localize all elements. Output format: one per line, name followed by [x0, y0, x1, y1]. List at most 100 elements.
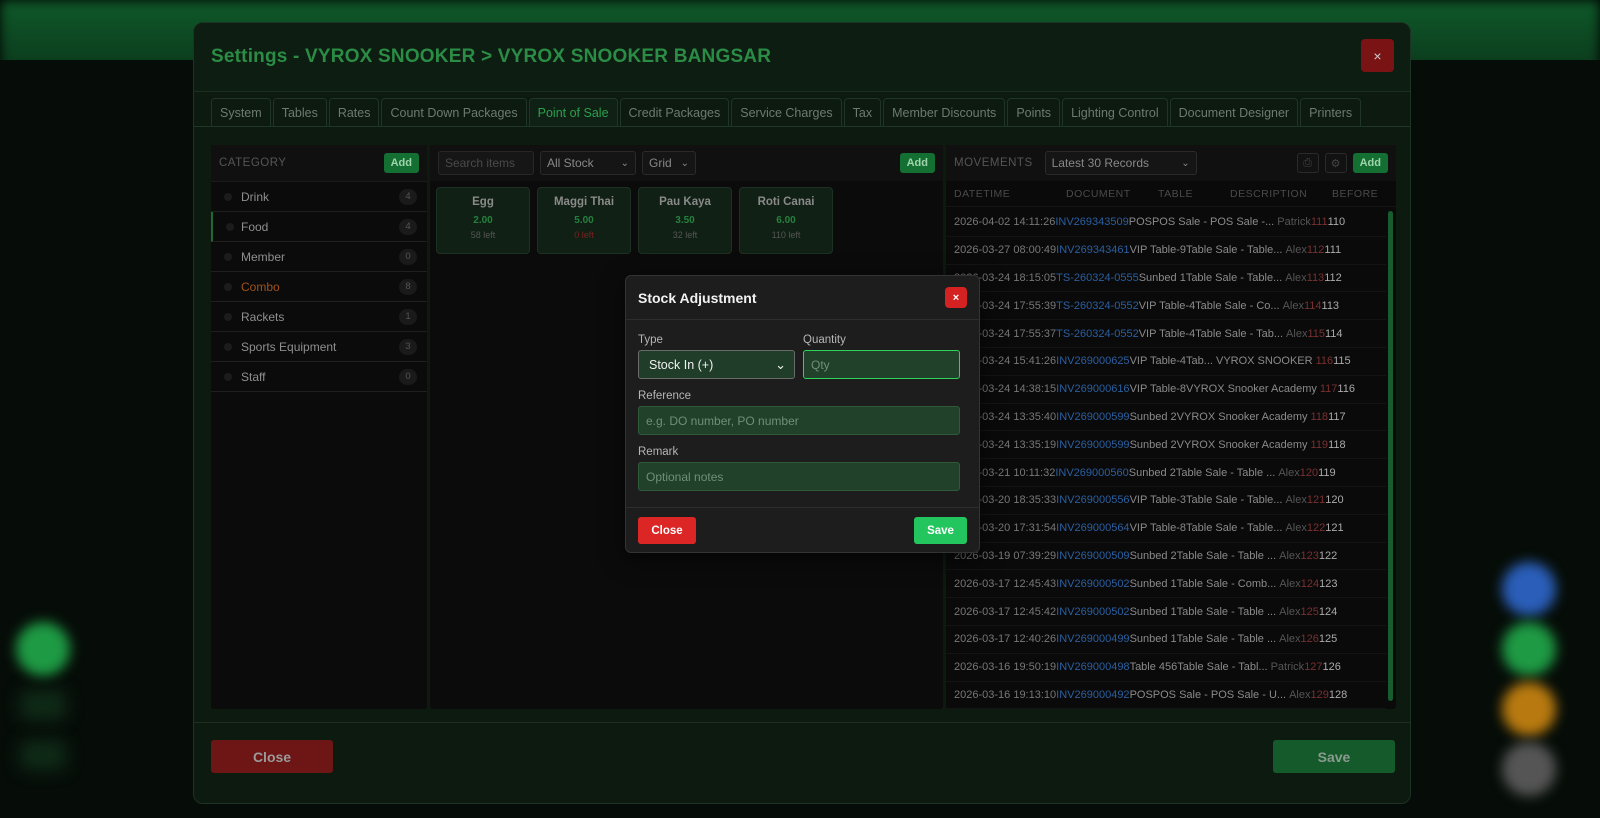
movements-toolbar: MOVEMENTS Latest 30 Records ⌄ ⎙ ⚙ Add: [946, 145, 1396, 181]
add-movement-button[interactable]: Add: [1352, 153, 1388, 173]
table-row[interactable]: 2026-03-24 14:38:15 INV269000616 VIP Table…: [946, 376, 1386, 404]
table-row[interactable]: 2026-03-16 19:50:19 INV269000498 Table 456…: [946, 654, 1386, 682]
table-row[interactable]: 2026-03-20 18:35:33 INV269000556 VIP Table…: [946, 487, 1386, 515]
table-row[interactable]: 2026-04-02 14:11:26 INV269343509 POSPOS Sa…: [946, 209, 1386, 237]
table-row[interactable]: 2026-03-16 19:13:10 INV269000492 POSPOS Sa…: [946, 682, 1386, 710]
background-blue-dot: [1502, 562, 1556, 616]
tab-system[interactable]: System: [211, 98, 271, 127]
item-card[interactable]: Roti Canai 6.00 110 left: [739, 187, 833, 254]
row-table-description: VIP Table-3Table Sale - Table...: [1129, 494, 1283, 507]
item-price: 5.00: [574, 215, 594, 226]
tab-lighting-control[interactable]: Lighting Control: [1062, 98, 1168, 127]
row-document-link[interactable]: INV269000616: [1056, 383, 1129, 395]
gear-icon[interactable]: ⚙: [1324, 153, 1347, 173]
tab-points[interactable]: Points: [1007, 98, 1061, 127]
row-document-link[interactable]: INV269000560: [1055, 467, 1128, 479]
table-row[interactable]: 2026-03-27 08:00:49 INV269343461 VIP Table…: [946, 237, 1386, 265]
category-item-sports-equipment[interactable]: Sports Equipment 3: [211, 332, 427, 362]
table-row[interactable]: 2026-03-17 12:40:26 INV269000499 Sunbed 1T…: [946, 626, 1386, 654]
tab-count-down-packages[interactable]: Count Down Packages: [381, 98, 527, 127]
records-filter-select[interactable]: Latest 30 Records ⌄: [1044, 151, 1197, 175]
tab-member-discounts[interactable]: Member Discounts: [883, 98, 1006, 127]
category-item-member[interactable]: Member 0: [211, 242, 427, 272]
table-row[interactable]: 2026-03-17 12:45:42 INV269000502 Sunbed 1T…: [946, 598, 1386, 626]
movements-scrollbar[interactable]: [1388, 211, 1393, 701]
category-item-rackets[interactable]: Rackets 1: [211, 302, 427, 332]
row-document-link[interactable]: INV269000502: [1056, 578, 1129, 590]
tab-credit-packages[interactable]: Credit Packages: [619, 98, 730, 127]
tab-document-designer[interactable]: Document Designer: [1169, 98, 1299, 127]
tab-tables[interactable]: Tables: [272, 98, 327, 127]
row-document-link[interactable]: TS-260324-0552: [1056, 328, 1139, 340]
category-item-drink[interactable]: Drink 4: [211, 182, 427, 212]
category-item-food[interactable]: Food 4: [211, 212, 427, 242]
table-row[interactable]: 2026-03-24 13:35:40 INV269000599 Sunbed 2V…: [946, 404, 1386, 432]
row-document-link[interactable]: INV269000498: [1056, 661, 1129, 673]
row-after: 116: [1337, 383, 1355, 396]
item-card[interactable]: Egg 2.00 58 left: [436, 187, 530, 254]
add-item-button[interactable]: Add: [899, 153, 935, 173]
row-table-description: Sunbed 2Table Sale - Table ...: [1129, 549, 1277, 562]
search-items-input[interactable]: Search items: [438, 151, 534, 175]
add-category-button[interactable]: Add: [383, 153, 419, 173]
tab-rates[interactable]: Rates: [328, 98, 380, 127]
row-datetime: 2026-03-17 12:40:26: [954, 633, 1057, 646]
close-button[interactable]: Close: [211, 740, 333, 773]
modal-close-button[interactable]: Close: [638, 517, 696, 544]
tab-service-charges[interactable]: Service Charges: [731, 98, 842, 127]
table-row[interactable]: 2026-03-24 13:35:19 INV269000599 Sunbed 2V…: [946, 431, 1386, 460]
table-row[interactable]: 2026-03-24 17:55:39 TS-260324-0552 VIP Tab…: [946, 292, 1386, 321]
row-document-link[interactable]: INV269000509: [1056, 550, 1129, 562]
background-gray-dot: [1502, 742, 1556, 796]
item-card[interactable]: Maggi Thai 5.00 0 left: [537, 187, 631, 254]
records-filter-value: Latest 30 Records: [1051, 156, 1150, 170]
tab-printers[interactable]: Printers: [1300, 98, 1362, 127]
quantity-input[interactable]: Qty: [803, 350, 960, 379]
row-after: 119: [1318, 466, 1336, 479]
row-before: 126: [1300, 633, 1319, 646]
table-row[interactable]: 2026-03-24 18:15:05 TS-260324-0555 Sunbed …: [946, 265, 1386, 293]
save-button[interactable]: Save: [1273, 740, 1395, 773]
row-document-link[interactable]: INV269000556: [1056, 494, 1129, 506]
tab-point-of-sale[interactable]: Point of Sale: [528, 98, 618, 127]
settings-close-x-button[interactable]: ×: [1361, 39, 1394, 72]
table-row[interactable]: 2026-03-20 17:31:54 INV269000564 VIP Table…: [946, 515, 1386, 543]
view-mode-select[interactable]: Grid ⌄: [642, 151, 696, 175]
item-stock: 58 left: [470, 230, 496, 240]
row-document-link[interactable]: INV269000599: [1056, 411, 1129, 423]
row-document-link[interactable]: INV269343509: [1055, 216, 1128, 228]
tab-tax[interactable]: Tax: [843, 98, 882, 127]
row-table-description: Sunbed 1Table Sale - Table ...: [1129, 633, 1277, 646]
table-row[interactable]: 2026-03-17 12:45:43 INV269000502 Sunbed 1T…: [946, 570, 1386, 599]
item-card[interactable]: Pau Kaya 3.50 32 left: [638, 187, 732, 254]
row-document-link[interactable]: INV269000492: [1056, 689, 1129, 701]
row-before: 119: [1310, 438, 1329, 451]
table-row[interactable]: 2026-03-24 17:55:37 TS-260324-0552 VIP Tab…: [946, 320, 1386, 348]
row-document-link[interactable]: INV269000502: [1056, 606, 1129, 618]
row-document-link[interactable]: TS-260324-0552: [1056, 300, 1139, 312]
category-count-badge: 0: [399, 248, 417, 265]
stock-filter-select[interactable]: All Stock ⌄: [540, 151, 636, 175]
category-count-badge: 1: [399, 308, 417, 325]
modal-close-x-button[interactable]: ×: [945, 287, 967, 308]
category-item-staff[interactable]: Staff 0: [211, 362, 427, 392]
print-icon[interactable]: ⎙: [1296, 153, 1319, 173]
type-select[interactable]: Stock In (+) ⌄: [638, 350, 795, 379]
settings-header: Settings - VYROX SNOOKER > VYROX SNOOKER…: [194, 23, 1410, 92]
item-name: Maggi Thai: [553, 196, 615, 208]
row-document-link[interactable]: INV269000499: [1056, 633, 1129, 645]
reference-input[interactable]: e.g. DO number, PO number: [638, 406, 960, 435]
row-document-link[interactable]: INV269343461: [1056, 244, 1129, 256]
remark-input[interactable]: Optional notes: [638, 462, 960, 491]
row-document-link[interactable]: TS-260324-0555: [1056, 272, 1139, 284]
row-after: 118: [1328, 438, 1346, 451]
row-document-link[interactable]: INV269000564: [1056, 522, 1129, 534]
category-item-combo[interactable]: Combo 8: [211, 272, 427, 302]
modal-save-button[interactable]: Save: [914, 517, 967, 544]
row-document-link[interactable]: INV269000625: [1056, 355, 1129, 367]
table-row[interactable]: 2026-03-24 15:41:26 INV269000625 VIP Table…: [946, 348, 1386, 376]
row-document-link[interactable]: INV269000599: [1056, 439, 1129, 451]
column-header: TABLE: [1158, 187, 1193, 200]
table-row[interactable]: 2026-03-19 07:39:29 INV269000509 Sunbed 2T…: [946, 543, 1386, 571]
table-row[interactable]: 2026-03-21 10:11:32 INV269000560 Sunbed 2T…: [946, 459, 1386, 487]
